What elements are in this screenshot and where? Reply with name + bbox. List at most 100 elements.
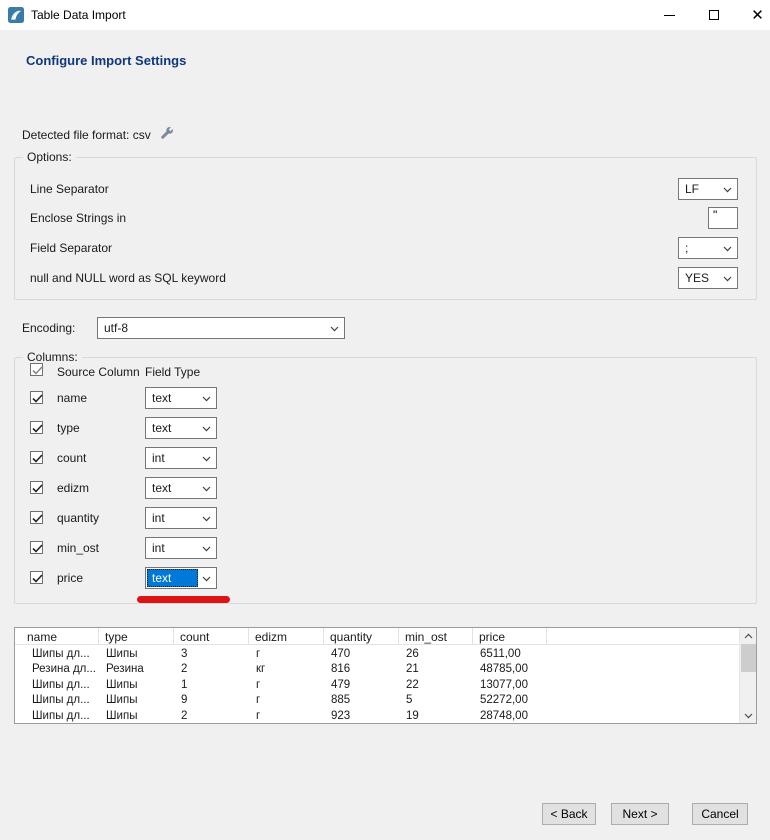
column-checkbox[interactable]: [30, 541, 43, 554]
enclose-strings-input[interactable]: [708, 207, 738, 229]
field-type-select[interactable]: text: [145, 417, 217, 439]
columns-group: Columns:: [14, 357, 757, 604]
preview-table-cell: 885: [324, 693, 399, 708]
column-checkbox[interactable]: [30, 451, 43, 464]
preview-table-row[interactable]: Шипы дл...Шипы2г9231928748,00: [15, 708, 739, 723]
field-type-value: text: [147, 389, 198, 407]
field-type-select[interactable]: int: [145, 537, 217, 559]
close-icon: ✕: [751, 8, 764, 23]
back-button[interactable]: < Back: [542, 803, 596, 825]
field-type-value: int: [147, 509, 198, 527]
source-column-name: price: [57, 571, 83, 585]
encoding-label: Encoding:: [22, 317, 75, 339]
null-keyword-label: null and NULL word as SQL keyword: [30, 267, 226, 289]
preview-table-cell: 923: [324, 708, 399, 723]
preview-table-cell: 52272,00: [473, 693, 547, 708]
chevron-up-icon: [744, 633, 753, 639]
source-column-name: type: [57, 421, 80, 435]
column-checkbox[interactable]: [30, 421, 43, 434]
preview-table-cell: 1: [174, 677, 249, 692]
field-type-select[interactable]: text: [145, 387, 217, 409]
cancel-button[interactable]: Cancel: [692, 803, 748, 825]
chevron-down-icon: [723, 187, 732, 193]
preview-table-row[interactable]: Шипы дл...Шипы1г4792213077,00: [15, 677, 739, 692]
field-type-value: int: [147, 539, 198, 557]
preview-table-cell: 470: [324, 646, 399, 661]
preview-table-cell: 3: [174, 646, 249, 661]
chevron-down-icon: [744, 713, 753, 719]
preview-table-cell: 816: [324, 662, 399, 677]
preview-table-cell: 19: [399, 708, 473, 723]
field-type-value: text: [147, 419, 198, 437]
chevron-down-icon: [723, 246, 732, 252]
select-all-columns-checkbox[interactable]: [30, 363, 43, 376]
field-separator-select[interactable]: ;: [678, 237, 738, 259]
source-column-name: name: [57, 391, 87, 405]
preview-table-cell: 2: [174, 662, 249, 677]
field-type-value: text: [147, 569, 198, 587]
detected-file-format-label: Detected file format: csv: [22, 128, 151, 142]
line-separator-select[interactable]: LF: [678, 178, 738, 200]
chevron-down-icon: [202, 546, 211, 552]
column-checkbox[interactable]: [30, 511, 43, 524]
close-button[interactable]: ✕: [735, 0, 770, 30]
null-keyword-select[interactable]: YES: [678, 267, 738, 289]
preview-table-cell: Шипы: [99, 693, 174, 708]
scroll-down-button[interactable]: [740, 708, 757, 723]
preview-table-cell: 479: [324, 677, 399, 692]
preview-table-header: nametypecountedizmquantitymin_ostprice: [15, 628, 739, 645]
vertical-scrollbar[interactable]: [739, 628, 756, 723]
column-checkbox[interactable]: [30, 391, 43, 404]
preview-table-cell: 22: [399, 677, 473, 692]
title-bar: Table Data Import ✕: [0, 0, 770, 30]
preview-column-header: quantity: [324, 628, 399, 645]
preview-column-header: min_ost: [399, 628, 473, 645]
field-type-select[interactable]: text: [145, 477, 217, 499]
preview-table-cell: 2: [174, 708, 249, 723]
preview-table-row[interactable]: Резина дл...Резина2кг8162148785,00: [15, 662, 739, 677]
preview-column-header: type: [99, 628, 174, 645]
source-column-header: Source Column: [57, 365, 140, 379]
encoding-select[interactable]: utf-8: [97, 317, 345, 339]
preview-column-header: edizm: [249, 628, 324, 645]
field-type-select[interactable]: int: [145, 447, 217, 469]
preview-table-cell: Резина дл...: [15, 662, 99, 677]
chevron-down-icon: [202, 576, 211, 582]
preview-table-cell: г: [249, 646, 324, 661]
enclose-strings-label: Enclose Strings in: [30, 207, 126, 229]
field-separator-value: ;: [680, 239, 719, 257]
source-column-name: edizm: [57, 481, 89, 495]
chevron-down-icon: [202, 426, 211, 432]
field-type-select[interactable]: int: [145, 507, 217, 529]
preview-table-cell: Шипы: [99, 708, 174, 723]
preview-table-cell: 13077,00: [473, 677, 547, 692]
preview-table-row[interactable]: Шипы дл...Шипы9г885552272,00: [15, 693, 739, 708]
preview-table-cell: Шипы: [99, 646, 174, 661]
scroll-up-button[interactable]: [740, 628, 757, 643]
field-type-select[interactable]: text: [145, 567, 217, 589]
minimize-button[interactable]: [647, 0, 692, 30]
field-type-header: Field Type: [145, 365, 200, 379]
maximize-button[interactable]: [691, 0, 736, 30]
chevron-down-icon: [202, 456, 211, 462]
scrollbar-thumb[interactable]: [741, 644, 756, 672]
preview-table-row[interactable]: Шипы дл...Шипы3г470266511,00: [15, 646, 739, 661]
source-column-name: min_ost: [57, 541, 99, 555]
source-column-name: count: [57, 451, 86, 465]
preview-column-header: name: [15, 628, 99, 645]
preview-table-cell: г: [249, 708, 324, 723]
field-type-value: int: [147, 449, 198, 467]
preview-table-cell: г: [249, 693, 324, 708]
columns-group-label: Columns:: [23, 350, 82, 364]
annotation-red-underline: [137, 596, 230, 603]
next-button[interactable]: Next >: [611, 803, 669, 825]
window-title: Table Data Import: [31, 8, 126, 22]
column-checkbox[interactable]: [30, 571, 43, 584]
preview-table-cell: 6511,00: [473, 646, 547, 661]
field-separator-label: Field Separator: [30, 237, 112, 259]
encoding-value: utf-8: [99, 319, 326, 337]
preview-table-cell: Шипы: [99, 677, 174, 692]
preview-table: nametypecountedizmquantitymin_ostprice Ш…: [14, 627, 757, 724]
mysql-workbench-icon: [8, 7, 24, 23]
column-checkbox[interactable]: [30, 481, 43, 494]
